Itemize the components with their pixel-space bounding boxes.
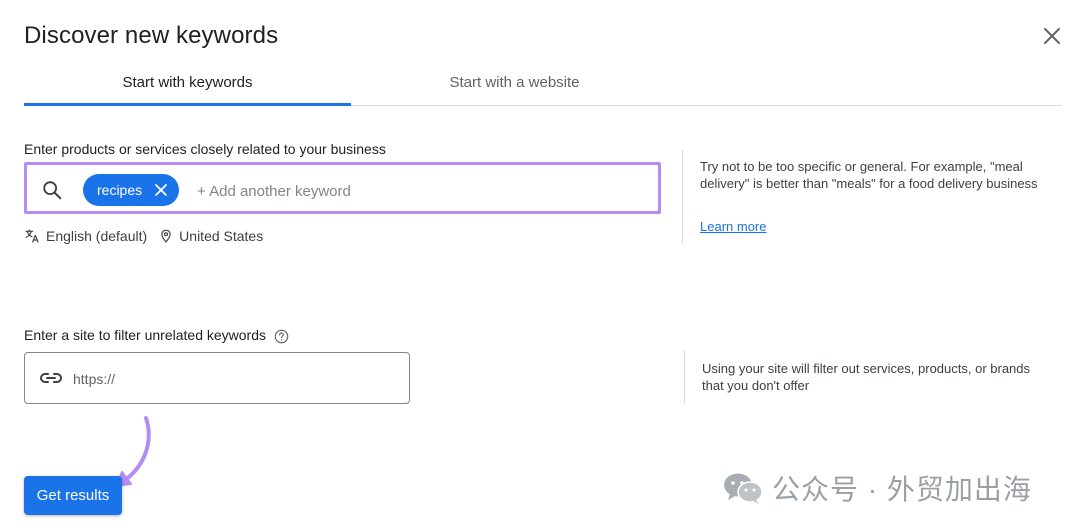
- language-label: English (default): [46, 228, 148, 244]
- learn-more-link[interactable]: Learn more: [700, 219, 766, 234]
- close-button[interactable]: [1040, 24, 1064, 48]
- site-help-divider: [684, 350, 685, 404]
- wechat-icon: [724, 473, 763, 504]
- location-pin-icon: [161, 229, 171, 243]
- watermark-text: 公众号 · 外贸加出海: [772, 474, 1032, 505]
- search-icon: [43, 181, 62, 200]
- help-circle-icon[interactable]: [274, 329, 289, 344]
- site-filter-label-row: Enter a site to filter unrelated keyword…: [24, 327, 289, 344]
- tab-bar: Start with keywords Start with a website: [24, 60, 1062, 106]
- keyword-chip-label: recipes: [97, 182, 143, 198]
- active-tab-indicator: [24, 103, 351, 106]
- translate-icon: [25, 229, 39, 243]
- location-selector[interactable]: United States: [159, 228, 263, 244]
- close-icon: [1044, 28, 1060, 44]
- tab-start-with-website[interactable]: Start with a website: [351, 60, 678, 104]
- location-label: United States: [179, 228, 264, 244]
- dialog-title: Discover new keywords: [24, 22, 279, 49]
- link-icon: [39, 373, 63, 383]
- keywords-help-text: Try not to be too specific or general. F…: [700, 159, 1038, 191]
- get-results-button[interactable]: Get results: [24, 476, 122, 515]
- language-selector[interactable]: English (default): [24, 228, 147, 244]
- site-url-input[interactable]: [71, 366, 395, 392]
- site-filter-label: Enter a site to filter unrelated keyword…: [24, 327, 267, 343]
- chip-remove-icon[interactable]: [153, 182, 169, 198]
- keyword-chip[interactable]: recipes: [83, 174, 179, 206]
- add-keyword-input[interactable]: [195, 177, 639, 205]
- keyword-planner-dialog: Discover new keywords Start with keyword…: [0, 0, 1080, 531]
- targeting-row: English (default) United States: [24, 226, 263, 246]
- site-url-box[interactable]: [24, 352, 410, 404]
- keywords-label: Enter products or services closely relat…: [24, 141, 386, 157]
- tab-start-with-keywords[interactable]: Start with keywords: [24, 60, 351, 104]
- keyword-entry-box[interactable]: recipes: [24, 162, 661, 214]
- site-help-text: Using your site will filter out services…: [702, 361, 1031, 393]
- watermark: 公众号 · 外贸加出海: [722, 468, 1032, 508]
- keywords-help-divider: [682, 150, 683, 244]
